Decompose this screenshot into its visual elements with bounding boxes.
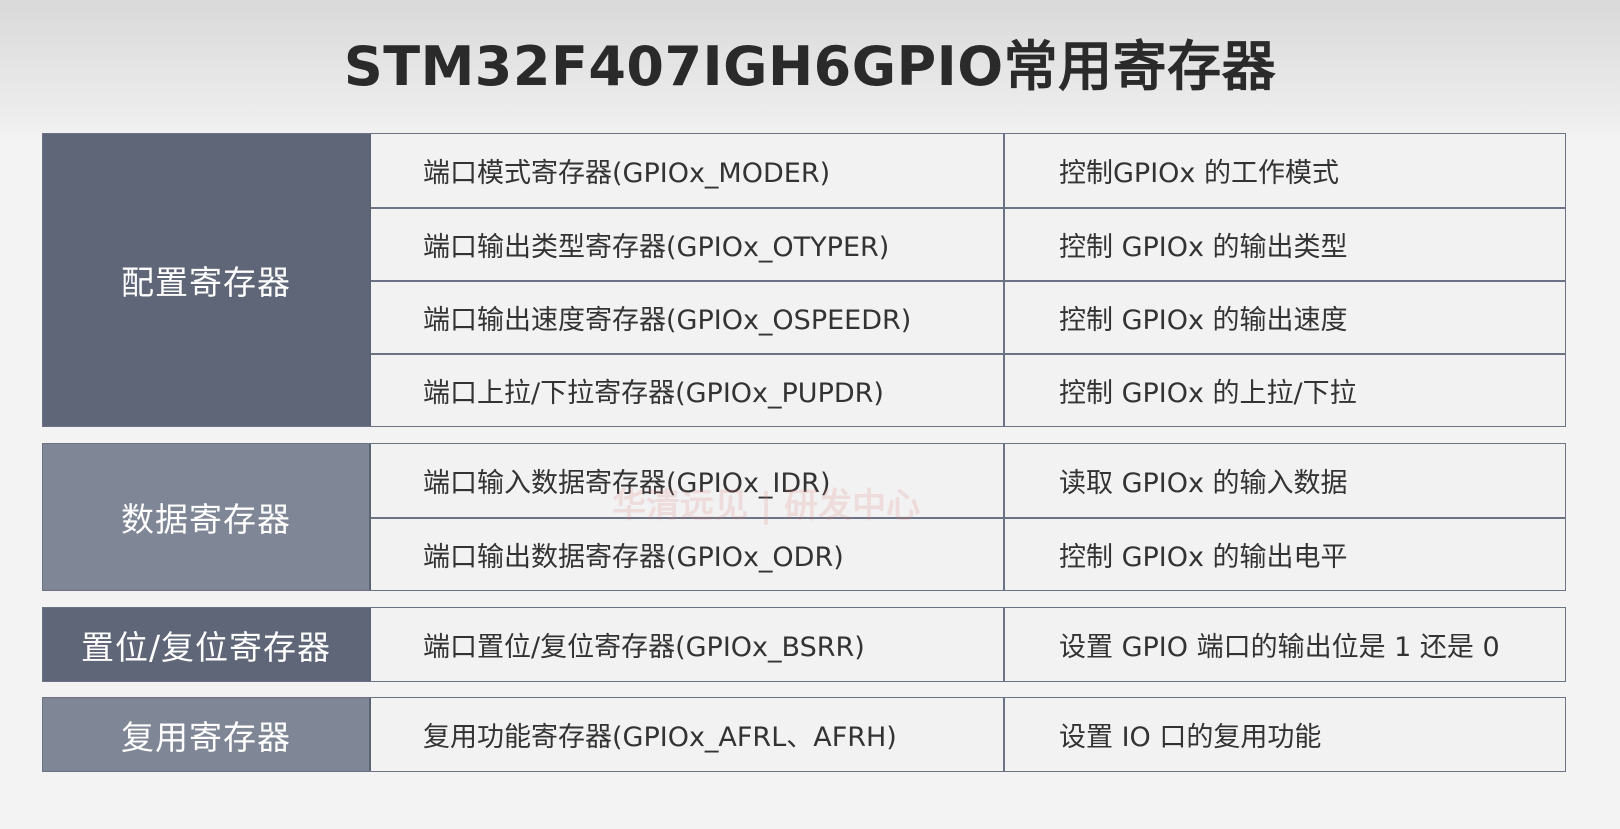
register-name: 端口输入数据寄存器(GPIOx_IDR): [371, 444, 1005, 517]
register-rows: 端口置位/复位寄存器(GPIOx_BSRR) 设置 GPIO 端口的输出位是 1…: [371, 608, 1565, 681]
register-description: 控制GPIOx 的工作模式: [1059, 158, 1339, 189]
register-group-data: 数据寄存器 端口输入数据寄存器(GPIOx_IDR) 读取 GPIOx 的输入数…: [42, 443, 1566, 591]
register-name: 端口上拉/下拉寄存器(GPIOx_PUPDR): [371, 355, 1005, 426]
category-label: 数据寄存器: [43, 444, 371, 590]
category-label: 复用寄存器: [43, 698, 371, 771]
register-description: 控制 GPIOx 的输出类型: [1059, 232, 1348, 263]
register-description: 控制 GPIOx 的上拉/下拉: [1059, 378, 1357, 409]
table-row: 端口输出数据寄存器(GPIOx_ODR) 控制 GPIOx 的输出电平: [371, 517, 1565, 590]
register-rows: 复用功能寄存器(GPIOx_AFRL、AFRH) 设置 IO 口的复用功能: [371, 698, 1565, 771]
register-description: 读取 GPIOx 的输入数据: [1059, 468, 1348, 499]
category-label: 置位/复位寄存器: [43, 608, 371, 681]
register-description: 设置 IO 口的复用功能: [1059, 722, 1322, 753]
table-row: 端口上拉/下拉寄存器(GPIOx_PUPDR) 控制 GPIOx 的上拉/下拉: [371, 353, 1565, 426]
register-name: 复用功能寄存器(GPIOx_AFRL、AFRH): [371, 698, 1005, 771]
category-label: 配置寄存器: [43, 134, 371, 426]
table-row: 端口输出速度寄存器(GPIOx_OSPEEDR) 控制 GPIOx 的输出速度: [371, 280, 1565, 353]
page-title: STM32F407IGH6GPIO常用寄存器: [343, 35, 1277, 98]
register-name: 端口输出类型寄存器(GPIOx_OTYPER): [371, 209, 1005, 280]
register-name: 端口输出速度寄存器(GPIOx_OSPEEDR): [371, 282, 1005, 353]
register-group-config: 配置寄存器 端口模式寄存器(GPIOx_MODER) 控制GPIOx 的工作模式…: [42, 133, 1566, 427]
register-name: 端口输出数据寄存器(GPIOx_ODR): [371, 519, 1005, 590]
register-group-alternate: 复用寄存器 复用功能寄存器(GPIOx_AFRL、AFRH) 设置 IO 口的复…: [42, 697, 1566, 772]
register-name: 端口置位/复位寄存器(GPIOx_BSRR): [371, 608, 1005, 681]
table-row: 端口输出类型寄存器(GPIOx_OTYPER) 控制 GPIOx 的输出类型: [371, 207, 1565, 280]
table-row: 端口置位/复位寄存器(GPIOx_BSRR) 设置 GPIO 端口的输出位是 1…: [371, 608, 1565, 681]
table-row: 端口模式寄存器(GPIOx_MODER) 控制GPIOx 的工作模式: [371, 134, 1565, 207]
register-description: 控制 GPIOx 的输出速度: [1059, 305, 1348, 336]
register-description: 设置 GPIO 端口的输出位是 1 还是 0: [1059, 632, 1500, 663]
register-rows: 端口模式寄存器(GPIOx_MODER) 控制GPIOx 的工作模式 端口输出类…: [371, 134, 1565, 426]
register-name: 端口模式寄存器(GPIOx_MODER): [371, 134, 1005, 207]
register-rows: 端口输入数据寄存器(GPIOx_IDR) 读取 GPIOx 的输入数据 端口输出…: [371, 444, 1565, 590]
register-group-set-reset: 置位/复位寄存器 端口置位/复位寄存器(GPIOx_BSRR) 设置 GPIO …: [42, 607, 1566, 682]
table-row: 复用功能寄存器(GPIOx_AFRL、AFRH) 设置 IO 口的复用功能: [371, 698, 1565, 771]
table-row: 端口输入数据寄存器(GPIOx_IDR) 读取 GPIOx 的输入数据: [371, 444, 1565, 517]
register-description: 控制 GPIOx 的输出电平: [1059, 542, 1348, 573]
